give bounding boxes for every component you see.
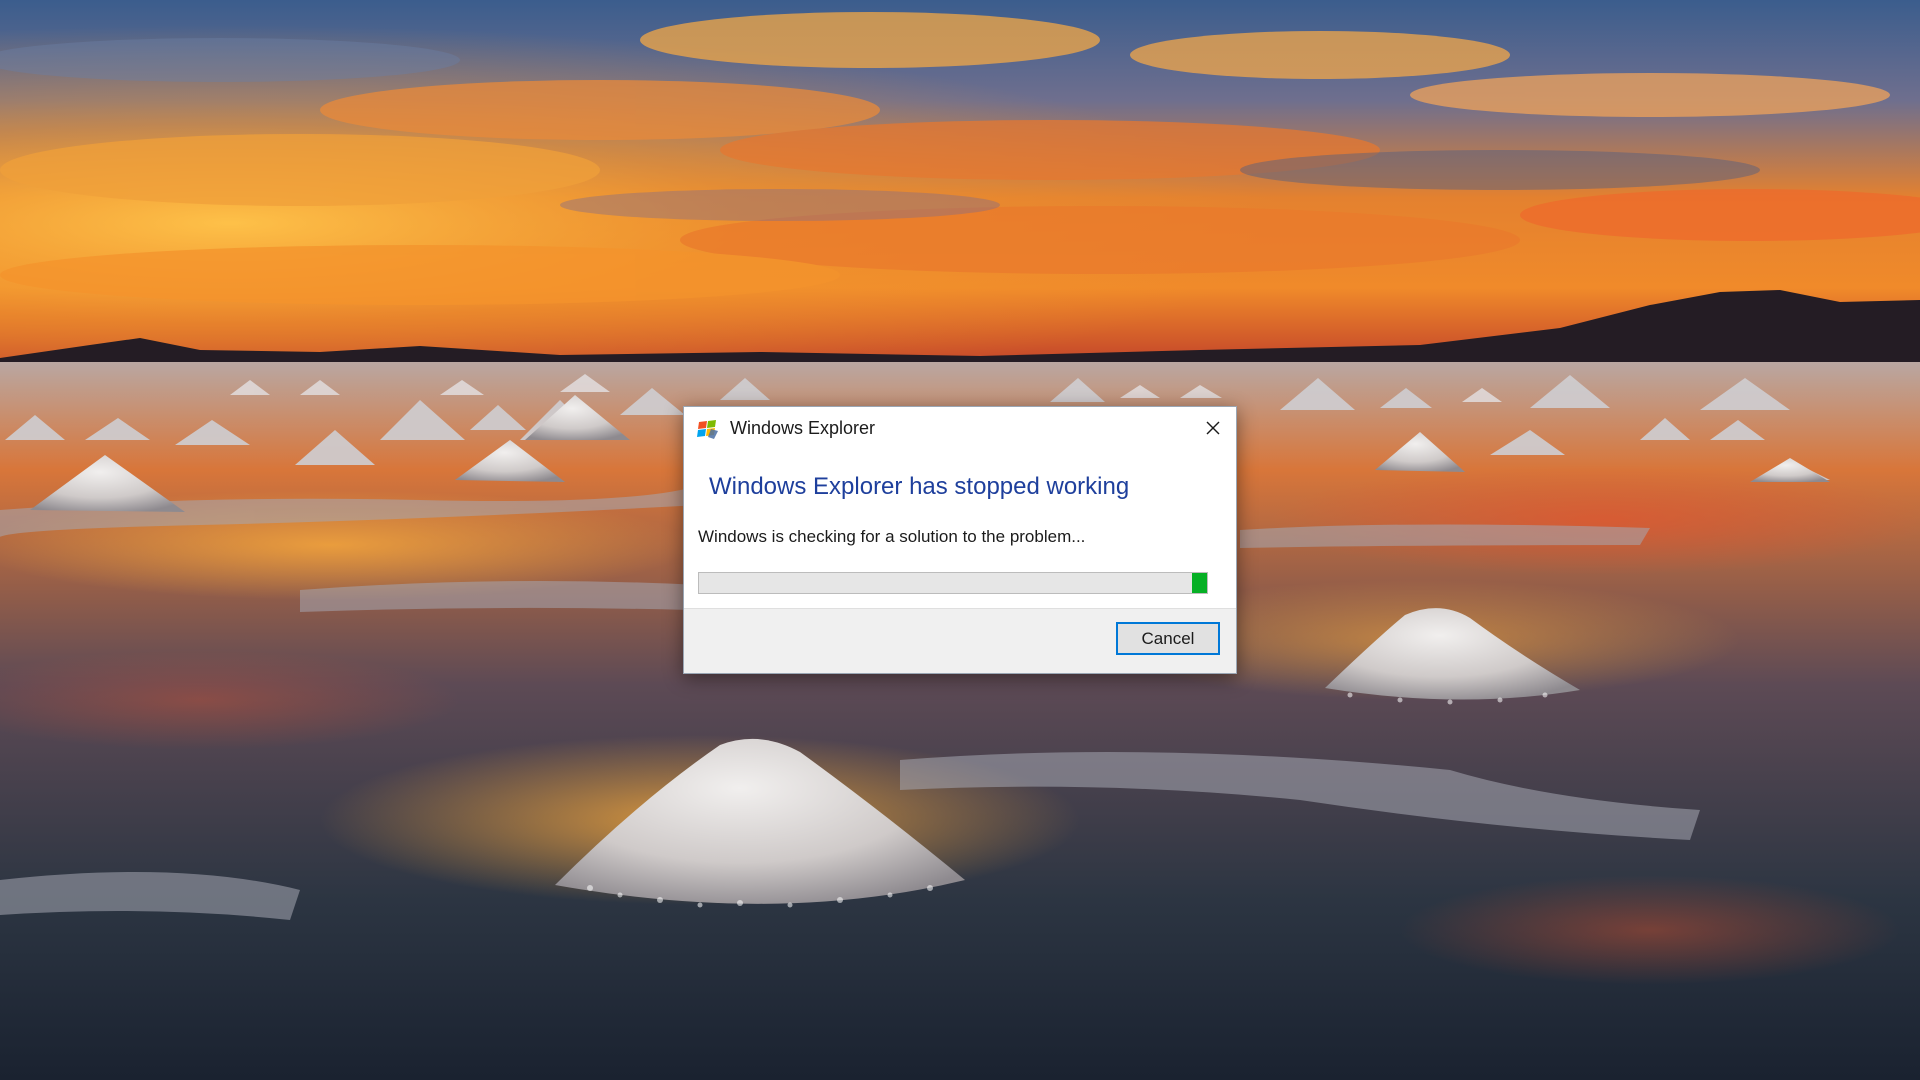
desktop: Windows Explorer Windows Explorer has st… — [0, 0, 1920, 1080]
dialog-heading: Windows Explorer has stopped working — [709, 473, 1130, 500]
error-dialog: Windows Explorer Windows Explorer has st… — [683, 406, 1237, 674]
dialog-title-bar[interactable]: Windows Explorer — [684, 407, 1236, 449]
windows-explorer-icon — [697, 420, 718, 439]
dialog-title: Windows Explorer — [730, 418, 876, 438]
dialog-message: Windows is checking for a solution to th… — [698, 527, 1086, 546]
dialog-footer: Cancel — [684, 608, 1236, 673]
close-icon — [1206, 421, 1220, 435]
cancel-button[interactable]: Cancel — [1116, 622, 1220, 655]
progress-bar — [698, 572, 1208, 594]
close-button[interactable] — [1190, 407, 1236, 449]
progress-bar-segment — [1191, 573, 1207, 593]
